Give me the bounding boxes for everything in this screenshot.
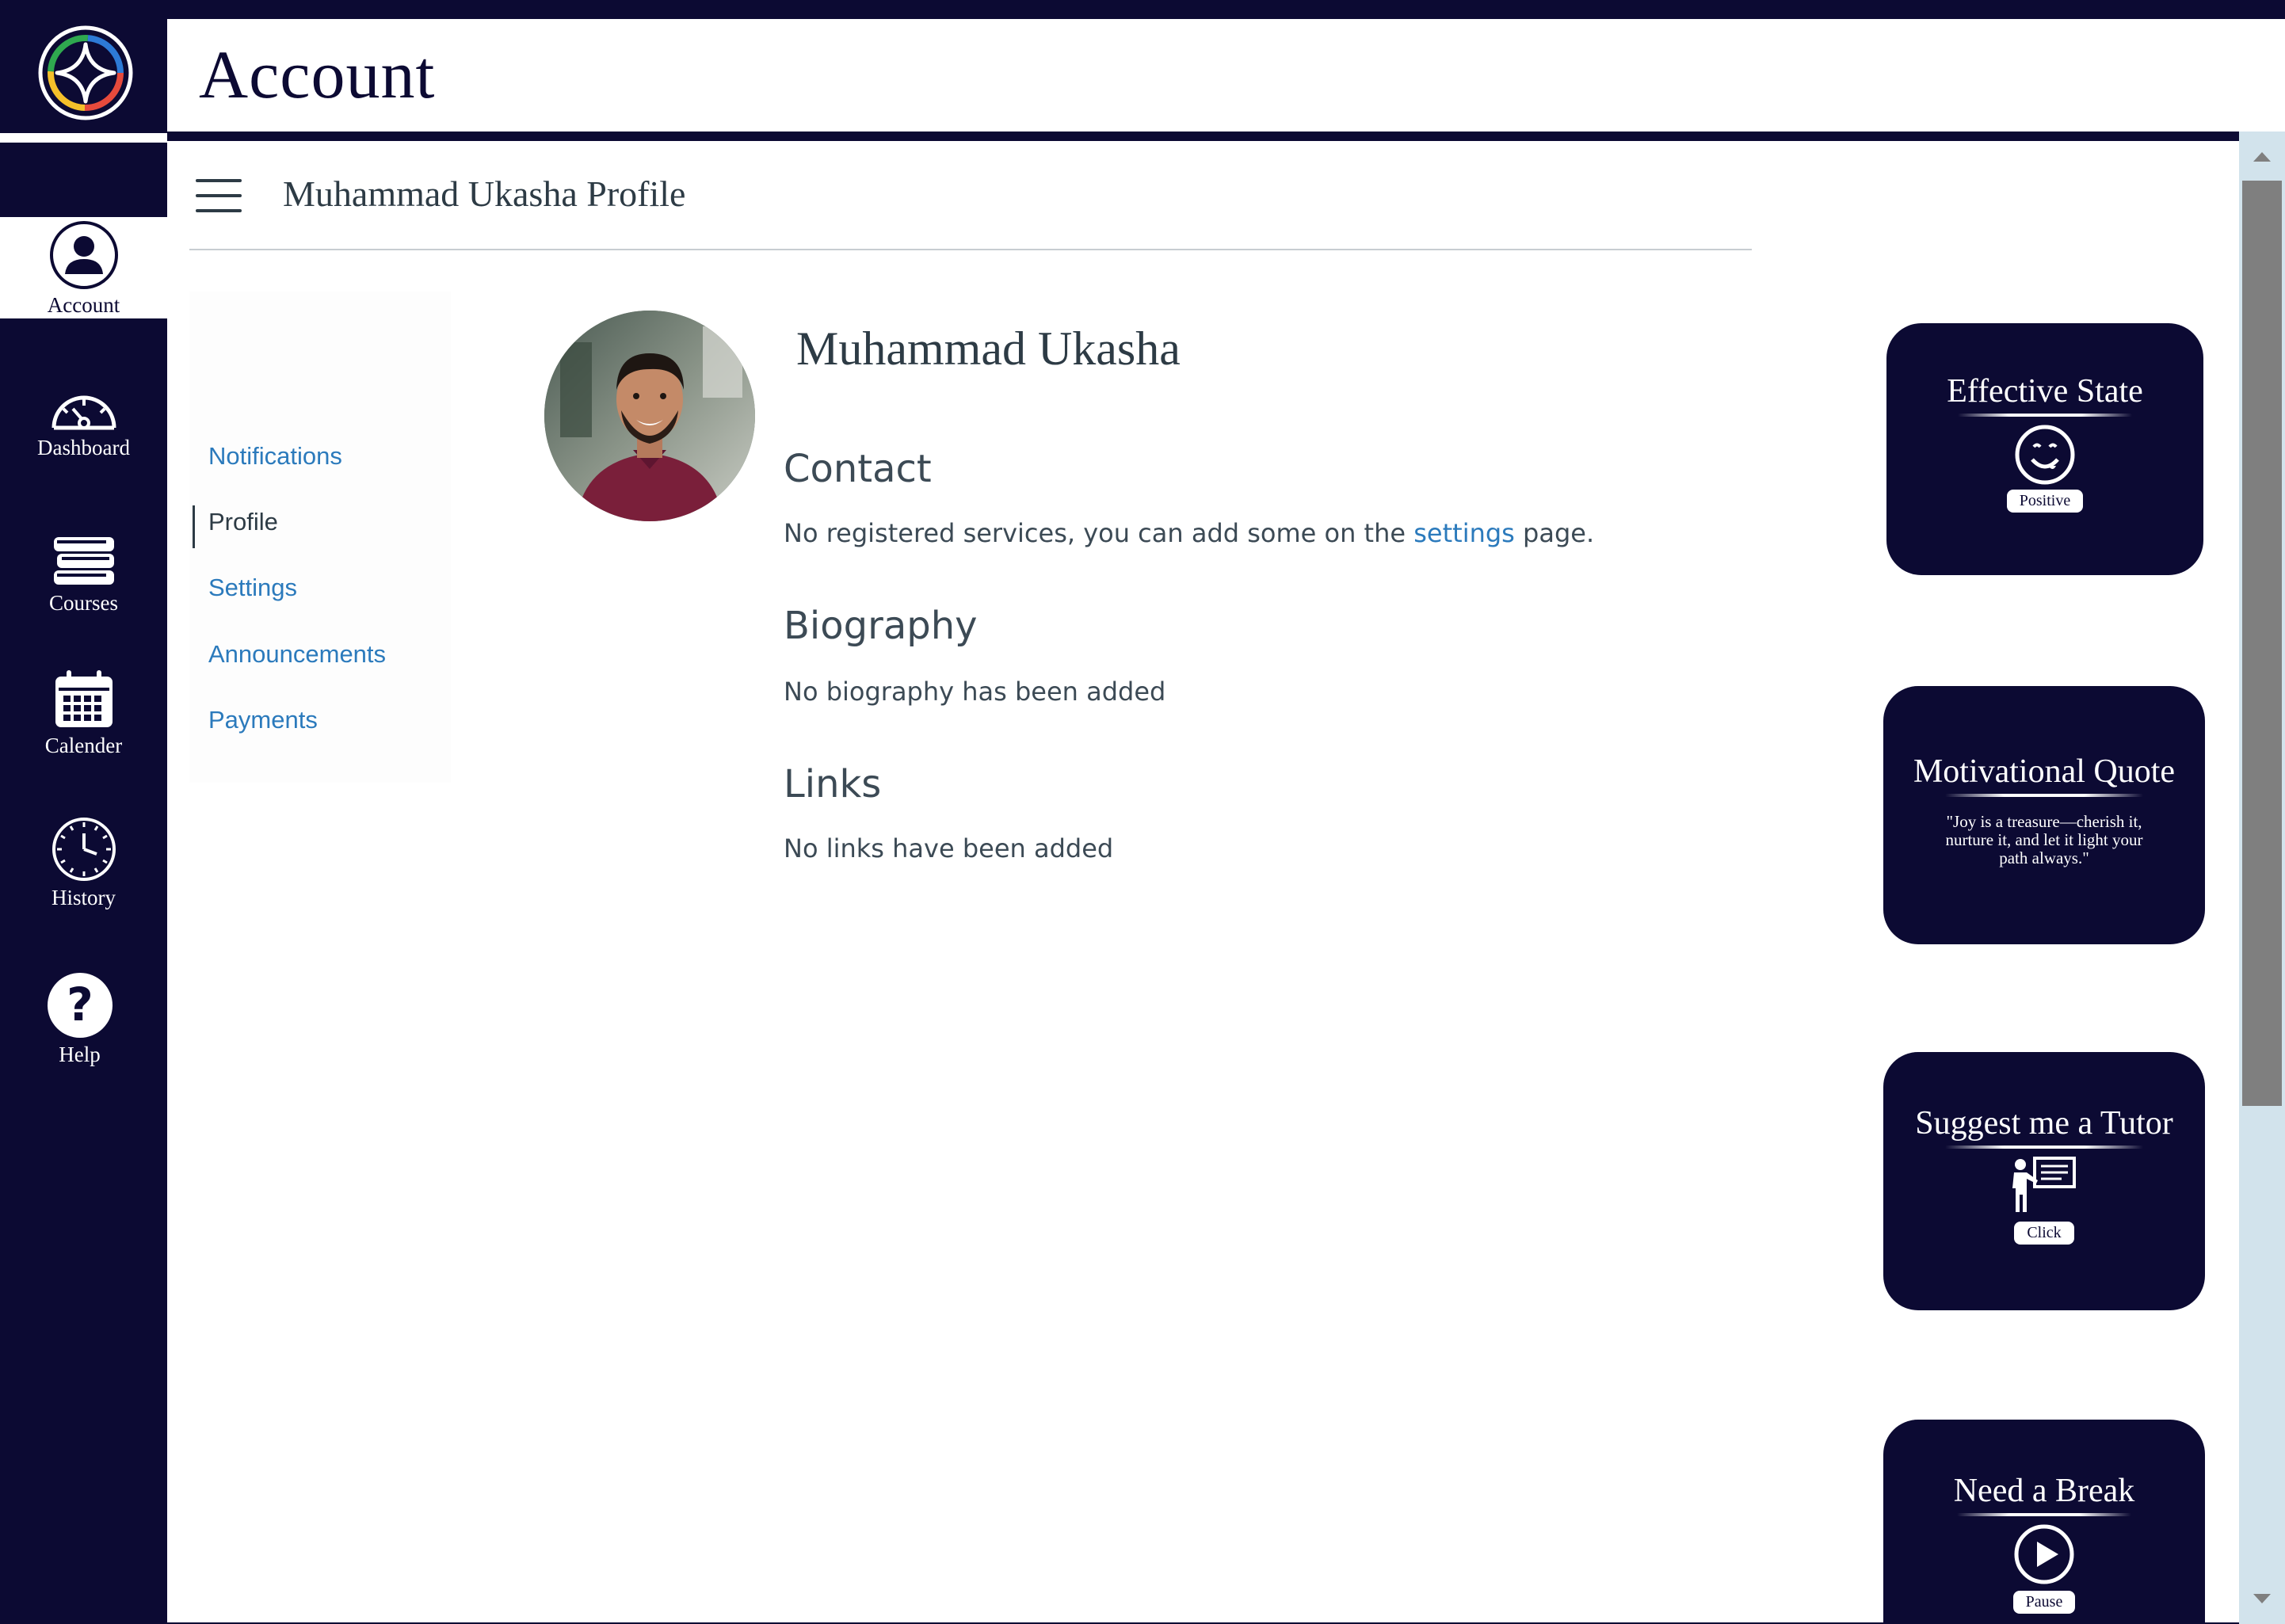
sidebar-item-label: Dashboard bbox=[37, 436, 130, 459]
title-underline bbox=[1945, 1146, 2143, 1149]
subnav-active-indicator bbox=[193, 505, 195, 548]
header-divider bbox=[167, 132, 2285, 141]
sidebar-item-calender[interactable]: Calender bbox=[0, 669, 167, 758]
speedometer-icon bbox=[51, 395, 116, 430]
sidebar-item-dashboard[interactable]: Dashboard bbox=[0, 388, 167, 460]
main-content: Muhammad Ukasha Profile Notifications Pr… bbox=[167, 141, 2239, 1622]
sidebar-item-label: Courses bbox=[49, 591, 118, 615]
positive-button[interactable]: Positive bbox=[2006, 490, 2084, 513]
play-icon[interactable] bbox=[2012, 1523, 2076, 1586]
need-break-card: Need a Break Pause bbox=[1883, 1420, 2205, 1622]
sidebar-item-account[interactable]: Account bbox=[0, 217, 167, 318]
help-icon: ? bbox=[48, 973, 113, 1038]
smiley-icon bbox=[2015, 425, 2075, 485]
teacher-board-icon bbox=[2012, 1157, 2076, 1212]
profile-photo bbox=[544, 311, 755, 521]
links-text: No links have been added bbox=[784, 833, 1114, 863]
menu-toggle-icon[interactable] bbox=[196, 179, 242, 214]
scroll-down-arrow-icon[interactable] bbox=[2239, 1575, 2285, 1624]
effective-state-title: Effective State bbox=[1947, 373, 2143, 410]
logo-divider bbox=[0, 133, 167, 143]
svg-text:?: ? bbox=[67, 978, 93, 1031]
effective-state-card: Effective State Positive bbox=[1886, 323, 2203, 575]
links-title: Links bbox=[784, 762, 882, 806]
sidebar-item-label: Help bbox=[59, 1043, 101, 1066]
avatar[interactable] bbox=[544, 311, 755, 521]
scroll-up-arrow-icon[interactable] bbox=[2239, 132, 2285, 181]
calendar-icon bbox=[55, 670, 113, 727]
books-icon bbox=[53, 537, 114, 585]
profile-name: Muhammad Ukasha bbox=[796, 322, 1181, 375]
subnav-item-notifications[interactable]: Notifications bbox=[208, 442, 342, 471]
app-logo[interactable] bbox=[38, 25, 133, 120]
subnav-item-settings[interactable]: Settings bbox=[208, 574, 297, 602]
contact-text: No registered services, you can add some… bbox=[784, 518, 1594, 548]
quote-text: "Joy is a treasure—cherish it, nurture i… bbox=[1945, 812, 2143, 867]
profile-heading: Muhammad Ukasha Profile bbox=[283, 173, 686, 214]
click-button[interactable]: Click bbox=[2014, 1222, 2074, 1245]
pause-button[interactable]: Pause bbox=[2012, 1591, 2076, 1614]
contact-title: Contact bbox=[784, 447, 932, 491]
contact-text-after: page. bbox=[1514, 518, 1595, 548]
page-title: Account bbox=[199, 36, 436, 112]
scrollbar-thumb[interactable] bbox=[2242, 181, 2282, 1106]
biography-title: Biography bbox=[784, 604, 978, 648]
logo-block bbox=[0, 0, 167, 133]
suggest-tutor-title: Suggest me a Tutor bbox=[1915, 1105, 2173, 1142]
title-underline bbox=[1945, 794, 2143, 797]
subnav-item-profile[interactable]: Profile bbox=[208, 508, 278, 536]
heading-divider bbox=[189, 249, 1752, 250]
settings-link[interactable]: settings bbox=[1413, 518, 1515, 548]
page-header: Account bbox=[167, 19, 2285, 132]
sidebar-item-label: Calender bbox=[44, 734, 123, 757]
user-icon bbox=[49, 221, 118, 289]
contact-text-before: No registered services, you can add some… bbox=[784, 518, 1414, 548]
sidebar-item-label: History bbox=[51, 886, 116, 909]
subnav-item-payments[interactable]: Payments bbox=[208, 706, 318, 734]
sidebar-item-help[interactable]: ? Help bbox=[0, 971, 167, 1067]
title-underline bbox=[1957, 1513, 2131, 1516]
sidebar: Account Dashboard Courses Calender Histo… bbox=[0, 143, 167, 1624]
biography-text: No biography has been added bbox=[784, 677, 1166, 707]
sidebar-item-label: Account bbox=[47, 293, 120, 317]
subnav-item-announcements[interactable]: Announcements bbox=[208, 640, 386, 669]
vertical-scrollbar[interactable] bbox=[2239, 132, 2285, 1624]
title-underline bbox=[1958, 414, 2132, 417]
top-strip bbox=[0, 0, 2285, 19]
suggest-tutor-card: Suggest me a Tutor Click bbox=[1883, 1052, 2205, 1310]
need-break-title: Need a Break bbox=[1953, 1473, 2135, 1509]
clock-icon bbox=[51, 818, 116, 881]
account-subnav: Notifications Profile Settings Announcem… bbox=[189, 292, 451, 783]
motivational-quote-title: Motivational Quote bbox=[1913, 753, 2176, 790]
sidebar-item-history[interactable]: History bbox=[0, 816, 167, 910]
sidebar-item-courses[interactable]: Courses bbox=[0, 534, 167, 616]
motivational-quote-card: Motivational Quote "Joy is a treasure—ch… bbox=[1883, 686, 2205, 944]
